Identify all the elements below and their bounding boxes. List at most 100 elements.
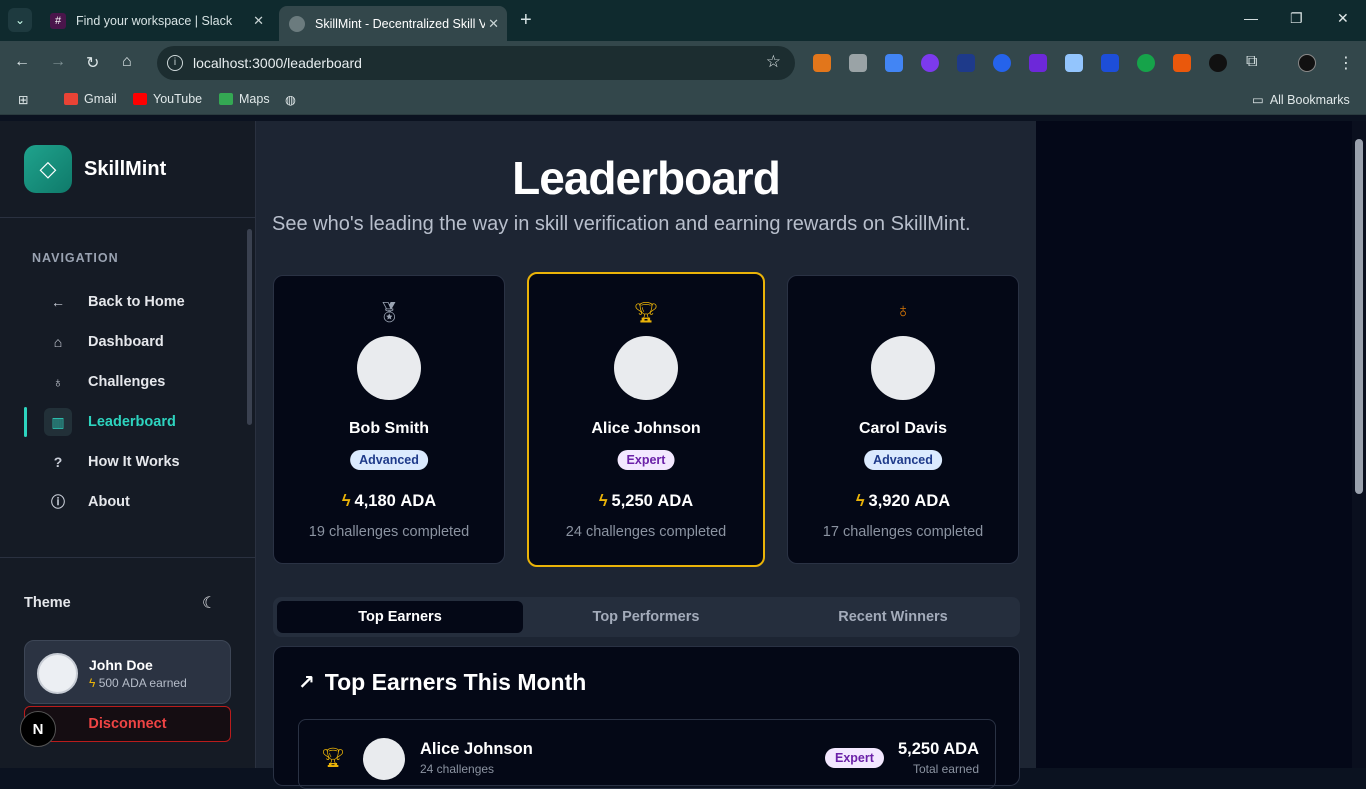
extensions-puzzle-icon[interactable]: ⧉ [1246,53,1257,71]
ada-amount: ϟ 5,250 ADA [598,492,694,510]
metamask-extension-icon[interactable] [813,54,831,72]
avatar [871,336,935,400]
extension-icon[interactable] [849,54,867,72]
site-info-icon[interactable]: i [167,55,183,71]
page-subtitle: See who's leading the way in skill verif… [272,213,971,235]
active-indicator [24,407,27,437]
leaderboard-tabs: Top Earners Top Performers Recent Winner… [273,597,1020,637]
user-card[interactable]: John Doe ϟ 500 ADA earned [24,640,231,704]
sidebar-item-leaderboard[interactable]: ▥ Leaderboard [40,405,240,439]
close-tab-icon[interactable]: ✕ [488,16,499,32]
extension-icon[interactable] [1101,54,1119,72]
translate-extension-icon[interactable] [885,54,903,72]
row-name: Alice Johnson [420,740,533,758]
extension-icon[interactable] [1209,54,1227,72]
brand[interactable]: ◇ SkillMint [24,145,166,193]
tab-top-performers[interactable]: Top Performers [523,601,769,633]
player-name: Bob Smith [349,420,429,437]
sidebar-item-dashboard[interactable]: ⌂ Dashboard [40,325,240,359]
browser-tab-slack[interactable]: # Find your workspace | Slack ✕ [40,6,272,36]
all-bookmarks-folder[interactable]: ▭ All Bookmarks [1252,92,1350,108]
tab-search-button[interactable]: ⌄ [8,8,32,32]
sidebar: ◇ SkillMint NAVIGATION ← Back to Home ⌂ … [0,121,256,768]
minimize-button[interactable]: — [1244,10,1258,26]
tab-top-earners[interactable]: Top Earners [277,601,523,633]
bookmark-gmail[interactable]: Gmail [64,92,117,106]
podium-card-second[interactable]: 🏅︎ Bob Smith Advanced ϟ 4,180 ADA 19 chal… [273,275,505,564]
podium-card-first[interactable]: 🏆︎ Alice Johnson Expert ϟ 5,250 ADA 24 ch… [527,272,765,567]
challenges-completed: 17 challenges completed [822,524,984,540]
reload-icon[interactable]: ↻ [86,53,99,73]
apps-grid-icon[interactable]: ⊞ [18,92,28,107]
bookmark-maps[interactable]: Maps [219,92,270,106]
extension-icon[interactable] [1137,54,1155,72]
slack-icon: # [50,13,66,29]
challenges-completed: 24 challenges completed [565,524,727,540]
panel-title: ↗ Top Earners This Month [298,669,587,695]
extension-icon[interactable] [1065,54,1083,72]
lightning-icon: ϟ [855,492,865,510]
avatar [37,653,78,694]
avatar [614,336,678,400]
extension-icon[interactable] [957,54,975,72]
more-menu-icon[interactable]: ⋮ [1338,53,1354,73]
table-row[interactable]: 🏆︎ Alice Johnson 24 challenges Expert 5,… [298,719,996,789]
moon-icon[interactable]: ☾ [202,593,216,613]
divider [0,557,255,558]
sidebar-item-back-to-home[interactable]: ← Back to Home [40,285,240,319]
ada-amount: ϟ 3,920 ADA [855,492,951,510]
page-viewport: ◇ SkillMint NAVIGATION ← Back to Home ⌂ … [0,121,1366,789]
row-ada-sub: Total earned [912,762,979,776]
sidebar-item-how-it-works[interactable]: ? How It Works [40,445,240,479]
nextjs-badge[interactable]: N [20,711,56,747]
user-name: John Doe [89,657,153,673]
home-icon[interactable]: ⌂ [122,53,132,71]
close-tab-icon[interactable]: ✕ [253,13,264,29]
page-scroll-thumb[interactable] [1355,139,1363,494]
profile-avatar[interactable] [1298,54,1316,72]
browser-tab-strip: ⌄ # Find your workspace | Slack ✕ SkillM… [0,0,1366,41]
lightning-icon: ϟ [341,492,351,510]
tab-title: SkillMint - Decentralized Skill V [315,16,485,31]
tab-recent-winners[interactable]: Recent Winners [770,601,1016,633]
forward-icon[interactable]: → [50,53,66,71]
sidebar-item-challenges[interactable]: ♁ Challenges [40,365,240,399]
globe-icon [289,15,305,32]
main-content: Leaderboard See who's leading the way in… [256,121,1036,789]
row-sub: 24 challenges [420,762,495,776]
folder-icon: ▭ [1252,93,1264,107]
new-tab-button[interactable]: + [520,9,532,32]
address-bar[interactable]: i localhost:3000/leaderboard ☆ [157,46,795,80]
sidebar-scrollbar[interactable] [247,229,252,425]
close-window-button[interactable]: ✕ [1337,10,1349,27]
bookmark-youtube[interactable]: YouTube [133,92,202,106]
restore-button[interactable]: ❐ [1290,10,1303,27]
home-icon: ⌂ [53,334,63,350]
extension-icon[interactable] [1029,54,1047,72]
url-text[interactable]: localhost:3000/leaderboard [193,55,362,71]
avatar [357,336,421,400]
podium-card-third[interactable]: ♁ Carol Davis Advanced ϟ 3,920 ADA 17 cha… [787,275,1019,564]
extension-icon[interactable] [921,54,939,72]
sidebar-item-about[interactable]: ⓘ About [40,485,240,519]
lightning-icon: ϟ [89,676,96,690]
challenges-completed: 19 challenges completed [308,524,470,540]
avatar [363,738,405,780]
youtube-icon [133,93,147,105]
bookmark-star-icon[interactable]: ☆ [766,52,781,72]
globe-icon[interactable]: ◍ [285,92,296,107]
trophy-icon: 🏆︎ [633,302,659,324]
extension-icon[interactable] [993,54,1011,72]
gmail-icon [64,93,78,105]
brand-name: SkillMint [84,157,167,180]
trophy-icon: 🏆︎ [321,748,346,769]
tab-title: Find your workspace | Slack [76,14,233,28]
award-icon: ♁ [895,300,911,322]
player-name: Carol Davis [858,420,948,437]
back-icon[interactable]: ← [14,53,30,71]
background-area [1036,121,1352,768]
browser-tab-skillmint[interactable]: SkillMint - Decentralized Skill V ✕ [279,6,507,41]
extension-icon[interactable] [1173,54,1191,72]
award-icon: ♁ [52,374,64,390]
ada-amount: ϟ 4,180 ADA [341,492,437,510]
